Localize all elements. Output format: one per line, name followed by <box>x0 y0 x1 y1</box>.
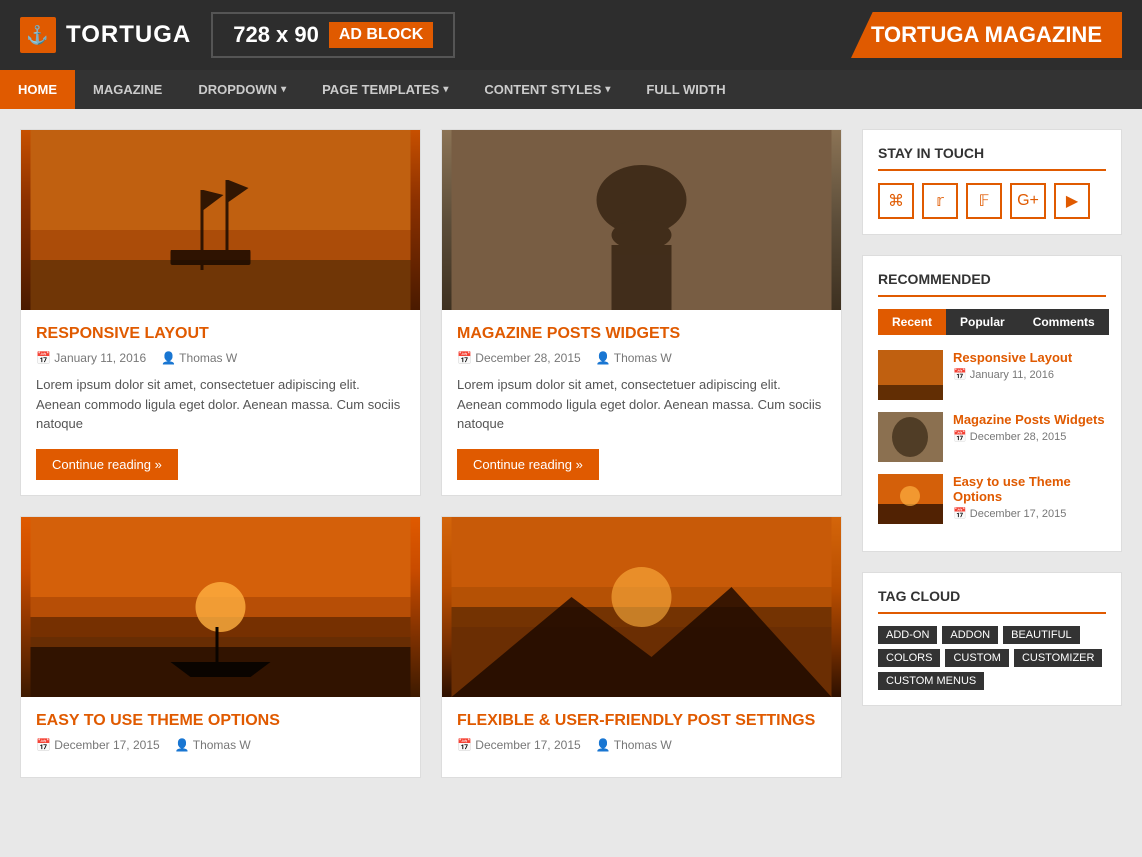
post-title: FLEXIBLE & USER-FRIENDLY POST SETTINGS <box>457 712 826 730</box>
tab-recent[interactable]: Recent <box>878 309 946 335</box>
widget-title: RECOMMENDED <box>878 271 1106 297</box>
rec-info: Responsive Layout 📅 January 11, 2016 <box>953 350 1106 381</box>
tag-cloud-widget: TAG CLOUD ADD-ON ADDON BEAUTIFUL COLORS … <box>862 572 1122 706</box>
nav-item-page-templates[interactable]: PAGE TEMPLATES ▾ <box>304 70 466 109</box>
post-meta: 📅 January 11, 2016 👤 Thomas W <box>36 351 405 365</box>
ad-banner[interactable]: 728 x 90 AD BLOCK <box>211 12 455 58</box>
stay-in-touch-widget: STAY IN TOUCH ⌘ 𝕣 𝔽 G+ ▶ <box>862 129 1122 235</box>
tag-custom[interactable]: CUSTOM <box>945 649 1008 667</box>
posts-grid: RESPONSIVE LAYOUT 📅 January 11, 2016 👤 T… <box>20 129 842 778</box>
recommended-widget: RECOMMENDED Recent Popular Comments Resp… <box>862 255 1122 552</box>
widget-title: STAY IN TOUCH <box>878 145 1106 171</box>
sidebar: STAY IN TOUCH ⌘ 𝕣 𝔽 G+ ▶ RECOMMENDED Rec… <box>862 129 1122 778</box>
tag-colors[interactable]: COLORS <box>878 649 940 667</box>
ad-dimensions: 728 x 90 <box>233 22 319 48</box>
twitter-icon[interactable]: 𝕣 <box>922 183 958 219</box>
dropdown-arrow: ▾ <box>443 84 448 95</box>
widget-title: TAG CLOUD <box>878 588 1106 614</box>
top-banner: 728 x 90 AD BLOCK TORTUGA MAGAZINE <box>211 12 1122 58</box>
tag-cloud: ADD-ON ADDON BEAUTIFUL COLORS CUSTOM CUS… <box>878 626 1106 690</box>
recommended-item: Magazine Posts Widgets 📅 December 28, 20… <box>878 412 1106 462</box>
rec-title[interactable]: Responsive Layout <box>953 350 1106 365</box>
facebook-icon[interactable]: 𝔽 <box>966 183 1002 219</box>
rec-date: 📅 January 11, 2016 <box>953 368 1106 381</box>
post-date: 📅 December 28, 2015 <box>457 351 581 365</box>
nav-item-full-width[interactable]: FULL WIDTH <box>628 70 743 109</box>
post-body: EASY TO USE THEME OPTIONS 📅 December 17,… <box>21 697 420 777</box>
post-date: 📅 December 17, 2015 <box>457 738 581 752</box>
post-meta: 📅 December 17, 2015 👤 Thomas W <box>457 738 826 752</box>
post-meta: 📅 December 17, 2015 👤 Thomas W <box>36 738 405 752</box>
logo-icon: ⚓ <box>20 17 56 53</box>
post-card: RESPONSIVE LAYOUT 📅 January 11, 2016 👤 T… <box>20 129 421 496</box>
ad-badge: AD BLOCK <box>329 22 433 48</box>
recommended-item: Responsive Layout 📅 January 11, 2016 <box>878 350 1106 400</box>
tab-popular[interactable]: Popular <box>946 309 1019 335</box>
post-body: RESPONSIVE LAYOUT 📅 January 11, 2016 👤 T… <box>21 310 420 495</box>
rss-icon[interactable]: ⌘ <box>878 183 914 219</box>
rec-thumb <box>878 412 943 462</box>
rec-info: Easy to use Theme Options 📅 December 17,… <box>953 474 1106 520</box>
post-author: 👤 Thomas W <box>596 351 672 365</box>
main-nav: HOME MAGAZINE DROPDOWN ▾ PAGE TEMPLATES … <box>0 70 1142 109</box>
tab-comments[interactable]: Comments <box>1019 309 1109 335</box>
post-excerpt: Lorem ipsum dolor sit amet, consectetuer… <box>36 375 405 434</box>
post-title: EASY TO USE THEME OPTIONS <box>36 712 405 730</box>
post-image <box>21 517 420 697</box>
nav-item-magazine[interactable]: MAGAZINE <box>75 70 180 109</box>
magazine-banner: TORTUGA MAGAZINE <box>851 12 1122 58</box>
rec-date: 📅 December 17, 2015 <box>953 507 1106 520</box>
post-image <box>21 130 420 310</box>
main-content: RESPONSIVE LAYOUT 📅 January 11, 2016 👤 T… <box>20 129 842 778</box>
tag-custom-menus[interactable]: CUSTOM MENUS <box>878 672 984 690</box>
social-icons: ⌘ 𝕣 𝔽 G+ ▶ <box>878 183 1106 219</box>
post-card: MAGAZINE POSTS WIDGETS 📅 December 28, 20… <box>441 129 842 496</box>
youtube-icon[interactable]: ▶ <box>1054 183 1090 219</box>
post-meta: 📅 December 28, 2015 👤 Thomas W <box>457 351 826 365</box>
tag-beautiful[interactable]: BEAUTIFUL <box>1003 626 1080 644</box>
dropdown-arrow: ▾ <box>605 84 610 95</box>
post-title: RESPONSIVE LAYOUT <box>36 325 405 343</box>
continue-reading-button[interactable]: Continue reading » <box>36 449 178 480</box>
nav-item-home[interactable]: HOME <box>0 70 75 109</box>
post-excerpt: Lorem ipsum dolor sit amet, consectetuer… <box>457 375 826 434</box>
recommended-item: Easy to use Theme Options 📅 December 17,… <box>878 474 1106 524</box>
rec-thumb <box>878 350 943 400</box>
post-date: 📅 December 17, 2015 <box>36 738 160 752</box>
site-header: ⚓ TORTUGA 728 x 90 AD BLOCK TORTUGA MAGA… <box>0 0 1142 70</box>
post-author: 👤 Thomas W <box>596 738 672 752</box>
nav-item-content-styles[interactable]: CONTENT STYLES ▾ <box>466 70 628 109</box>
post-card: FLEXIBLE & USER-FRIENDLY POST SETTINGS 📅… <box>441 516 842 778</box>
google-plus-icon[interactable]: G+ <box>1010 183 1046 219</box>
dropdown-arrow: ▾ <box>281 84 286 95</box>
nav-item-dropdown[interactable]: DROPDOWN ▾ <box>180 70 304 109</box>
tag-addon[interactable]: ADD-ON <box>878 626 937 644</box>
continue-reading-button[interactable]: Continue reading » <box>457 449 599 480</box>
post-title: MAGAZINE POSTS WIDGETS <box>457 325 826 343</box>
rec-title[interactable]: Magazine Posts Widgets <box>953 412 1106 427</box>
post-date: 📅 January 11, 2016 <box>36 351 146 365</box>
rec-info: Magazine Posts Widgets 📅 December 28, 20… <box>953 412 1106 443</box>
content-area: RESPONSIVE LAYOUT 📅 January 11, 2016 👤 T… <box>0 109 1142 798</box>
rec-date: 📅 December 28, 2015 <box>953 430 1106 443</box>
rec-title[interactable]: Easy to use Theme Options <box>953 474 1106 504</box>
post-image <box>442 517 841 697</box>
post-card: EASY TO USE THEME OPTIONS 📅 December 17,… <box>20 516 421 778</box>
post-body: MAGAZINE POSTS WIDGETS 📅 December 28, 20… <box>442 310 841 495</box>
post-author: 👤 Thomas W <box>161 351 237 365</box>
post-body: FLEXIBLE & USER-FRIENDLY POST SETTINGS 📅… <box>442 697 841 777</box>
logo-text: TORTUGA <box>66 21 191 49</box>
post-author: 👤 Thomas W <box>175 738 251 752</box>
post-image <box>442 130 841 310</box>
rec-thumb <box>878 474 943 524</box>
tag-customizer[interactable]: CUSTOMIZER <box>1014 649 1103 667</box>
recommended-tabs: Recent Popular Comments <box>878 309 1106 335</box>
site-logo[interactable]: ⚓ TORTUGA <box>20 17 191 53</box>
tag-addon2[interactable]: ADDON <box>942 626 998 644</box>
